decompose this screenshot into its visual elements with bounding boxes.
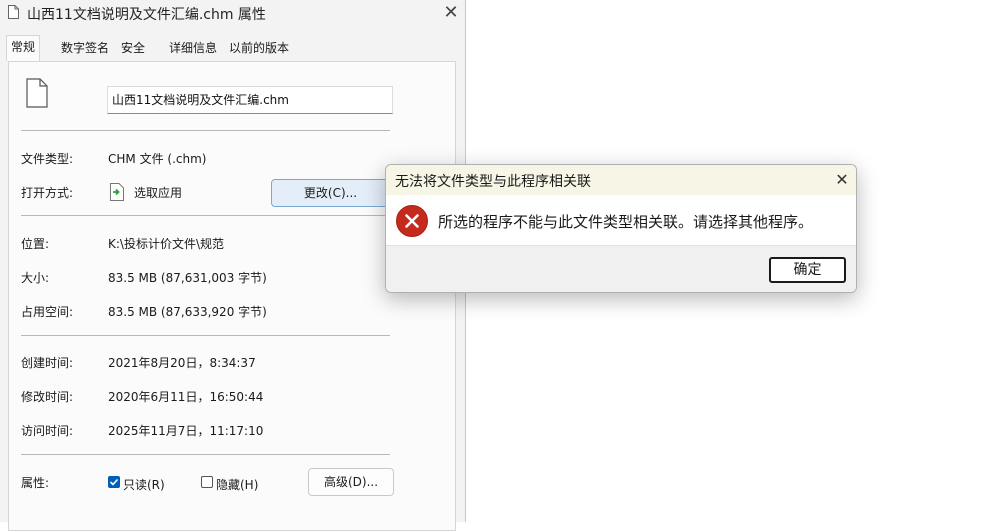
window-title: 山西11文档说明及文件汇编.chm 属性: [27, 7, 266, 23]
attributes-label: 属性:: [21, 476, 50, 490]
disk-size-label: 占用空间:: [21, 305, 74, 319]
tab-general[interactable]: 常规: [6, 35, 41, 61]
close-icon[interactable]: ✕: [441, 3, 461, 23]
file-type-label: 文件类型:: [21, 152, 74, 166]
disk-size-value: 83.5 MB (87,633,920 字节): [108, 305, 267, 319]
checkmark-icon: [109, 478, 119, 486]
ok-button[interactable]: 确定: [769, 257, 846, 283]
separator: [21, 130, 390, 131]
app-picker-icon: [110, 183, 124, 201]
file-icon: [8, 5, 19, 19]
dialog-close-icon[interactable]: ✕: [832, 170, 852, 190]
document-icon: [26, 78, 48, 108]
size-label: 大小:: [21, 271, 50, 285]
error-dialog: 无法将文件类型与此程序相关联 ✕ 所选的程序不能与此文件类型相关联。请选择其他程…: [385, 164, 857, 293]
error-icon: [396, 205, 428, 237]
tab-digital-signatures[interactable]: 数字签名: [61, 37, 109, 60]
open-with-value: 选取应用: [134, 186, 183, 200]
hidden-label[interactable]: 隐藏(H): [216, 476, 258, 493]
separator: [21, 215, 390, 216]
general-tab-page: [8, 61, 456, 531]
change-button[interactable]: 更改(C)...: [271, 179, 390, 207]
open-with-label: 打开方式:: [21, 186, 74, 200]
tab-security[interactable]: 安全: [121, 37, 145, 60]
dialog-body: 所选的程序不能与此文件类型相关联。请选择其他程序。: [386, 195, 856, 245]
modified-label: 修改时间:: [21, 390, 74, 404]
separator: [21, 335, 390, 336]
tab-details[interactable]: 详细信息: [169, 37, 217, 60]
filename-input[interactable]: 山西11文档说明及文件汇编.chm: [107, 86, 393, 114]
location-label: 位置:: [21, 237, 50, 251]
dialog-footer: 确定: [386, 245, 856, 292]
modified-value: 2020年6月11日，16:50:44: [108, 390, 264, 404]
dialog-message: 所选的程序不能与此文件类型相关联。请选择其他程序。: [438, 213, 814, 231]
advanced-button[interactable]: 高级(D)...: [308, 468, 394, 496]
readonly-label[interactable]: 只读(R): [123, 476, 165, 493]
readonly-checkbox[interactable]: [108, 476, 120, 488]
accessed-value: 2025年11月7日，11:17:10: [108, 424, 264, 438]
created-label: 创建时间:: [21, 356, 74, 370]
size-value: 83.5 MB (87,631,003 字节): [108, 271, 267, 285]
location-value: K:\投标计价文件\规范: [108, 237, 224, 251]
file-type-value: CHM 文件 (.chm): [108, 152, 207, 166]
dialog-title: 无法将文件类型与此程序相关联: [395, 174, 591, 190]
title-bar: 山西11文档说明及文件汇编.chm 属性 ✕: [0, 0, 466, 26]
accessed-label: 访问时间:: [21, 424, 74, 438]
tab-bar: 常规 数字签名 安全 详细信息 以前的版本: [6, 35, 466, 61]
tab-previous-versions[interactable]: 以前的版本: [229, 37, 289, 60]
created-value: 2021年8月20日，8:34:37: [108, 356, 256, 370]
hidden-checkbox[interactable]: [201, 476, 213, 488]
separator: [21, 454, 390, 455]
dialog-title-bar: 无法将文件类型与此程序相关联 ✕: [386, 165, 856, 195]
